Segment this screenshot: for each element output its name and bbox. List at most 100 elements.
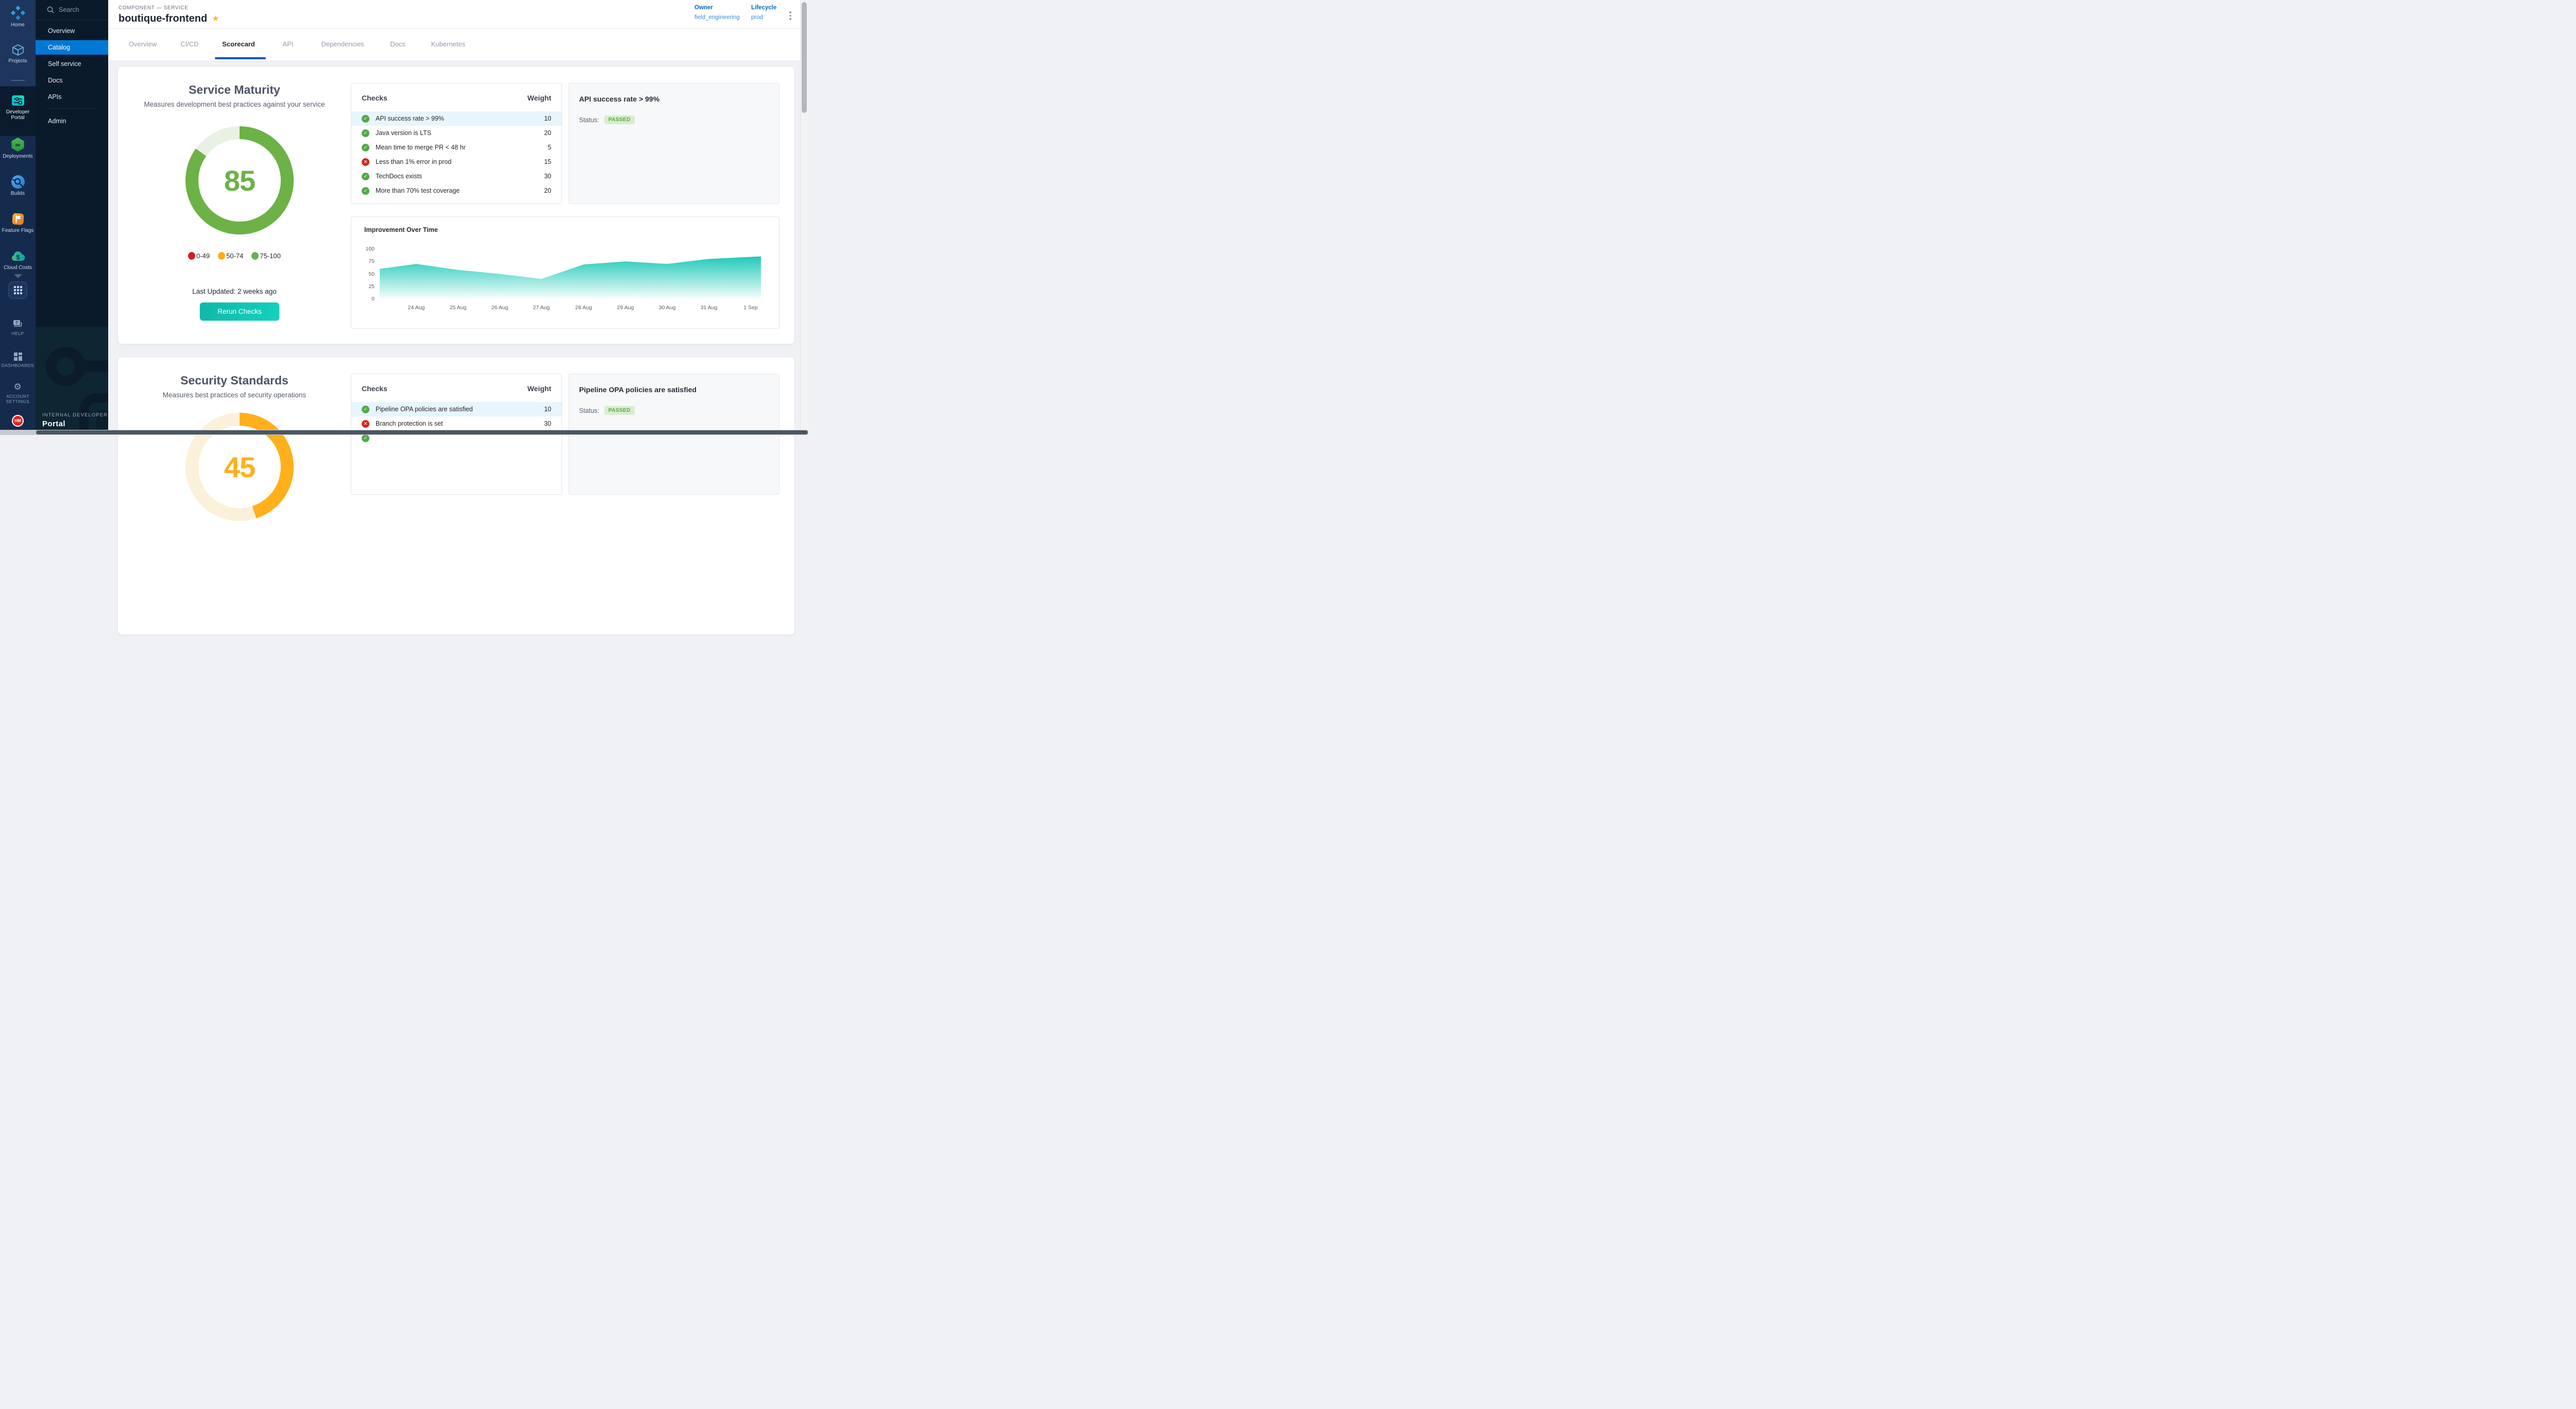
check-detail-panel: API success rate > 99% Status: PASSED: [568, 83, 779, 204]
weight-column-header: Weight: [528, 94, 551, 102]
tab-api[interactable]: API: [283, 40, 294, 48]
dashboards-button[interactable]: DASHBOARDS: [0, 353, 36, 368]
search-input[interactable]: Search: [36, 3, 108, 16]
rail-divider: [11, 80, 25, 81]
rerun-checks-button[interactable]: Rerun Checks: [200, 303, 279, 321]
x-tick-label: 31 Aug: [701, 305, 718, 311]
sidebar-item-feature-flags[interactable]: Feature Flags: [0, 212, 36, 233]
checks-table: Checks Weight API success rate > 99% 10 …: [351, 83, 562, 204]
y-tick-label: 100: [351, 246, 375, 252]
chart-title: Improvement Over Time: [364, 226, 438, 233]
search-icon: [47, 6, 54, 13]
builds-icon: [11, 175, 25, 189]
check-row[interactable]: API success rate > 99% 10: [351, 111, 562, 126]
status-badge: PASSED: [604, 406, 635, 415]
portal-brand: INTERNAL DEVELOPER Portal: [42, 412, 108, 428]
detail-title: Pipeline OPA policies are satisfied: [579, 385, 769, 394]
checks-column-header: Checks: [362, 384, 387, 393]
help-button[interactable]: ? HELP: [0, 320, 36, 336]
scorecard-title: Service Maturity: [118, 83, 351, 97]
legend-dot-green: [251, 252, 259, 260]
owner-label[interactable]: Owner: [694, 5, 740, 11]
weight-column-header: Weight: [528, 384, 551, 393]
account-settings-button[interactable]: ⚙ ACCOUNT SETTINGS: [0, 382, 36, 404]
help-chat-icon: ?: [13, 320, 23, 329]
check-row[interactable]: Java version is LTS 20: [351, 126, 562, 140]
service-maturity-card: Service Maturity Measures development be…: [117, 66, 795, 344]
sidebar-item-developer-portal[interactable]: Developer Portal: [0, 87, 36, 136]
horizontal-scrollbar-thumb[interactable]: [36, 430, 808, 434]
chart-x-axis: 24 Aug25 Aug26 Aug27 Aug28 Aug29 Aug30 A…: [380, 305, 761, 312]
chevron-down-icon[interactable]: [14, 274, 22, 278]
lifecycle-meta: Lifecycle prod: [751, 5, 776, 21]
owner-value[interactable]: field_engineering: [694, 14, 740, 21]
tab-overview[interactable]: Overview: [129, 40, 157, 48]
sidebar-item-deployments[interactable]: ∞ Deployments: [0, 137, 36, 159]
module-picker-button[interactable]: [8, 281, 27, 299]
score-legend: 0-49 50-74 75-100: [118, 252, 351, 260]
deployments-icon: ∞: [10, 137, 25, 152]
tab-scorecard[interactable]: Scorecard: [222, 40, 255, 48]
sidebar-item-self-service[interactable]: Self service: [36, 57, 108, 71]
y-tick-label: 25: [351, 283, 375, 290]
tab-cicd[interactable]: CI/CD: [180, 40, 198, 48]
security-score-gauge: 45: [185, 413, 294, 521]
check-row[interactable]: Pipeline OPA policies are satisfied 10: [351, 402, 562, 416]
projects-icon: [11, 43, 25, 57]
status-badge: PASSED: [604, 115, 635, 124]
x-tick-label: 1 Sep: [743, 305, 757, 311]
tab-docs[interactable]: Docs: [390, 40, 405, 48]
sidebar-item-catalog[interactable]: Catalog: [36, 40, 108, 55]
horizontal-scrollbar[interactable]: [0, 430, 808, 435]
vertical-scrollbar[interactable]: [800, 0, 808, 430]
x-tick-label: 27 Aug: [533, 305, 550, 311]
legend-dot-red: [188, 252, 195, 260]
grid-icon: [14, 286, 22, 294]
main-area: COMPONENT — SERVICE boutique-frontend ★ …: [108, 0, 808, 435]
favorite-star-icon[interactable]: ★: [212, 15, 219, 23]
sidebar-item-apis[interactable]: APIs: [36, 90, 108, 104]
check-row[interactable]: Mean time to merge PR < 48 hr 5: [351, 140, 562, 155]
lifecycle-value[interactable]: prod: [751, 14, 763, 21]
x-tick-label: 24 Aug: [408, 305, 425, 311]
x-tick-label: 30 Aug: [659, 305, 676, 311]
tab-kubernetes[interactable]: Kubernetes: [431, 40, 466, 48]
gear-icon: ⚙: [0, 382, 36, 392]
kebab-menu-icon[interactable]: [787, 9, 793, 22]
avatar[interactable]: HM: [12, 415, 24, 427]
sidebar-item-home[interactable]: Home: [0, 5, 36, 28]
status-label: Status:: [579, 116, 599, 124]
sidebar-item-admin[interactable]: Admin: [36, 114, 108, 128]
sidebar-item-builds[interactable]: Builds: [0, 175, 36, 196]
y-tick-label: 0: [351, 296, 375, 302]
check-row[interactable]: Less than 1% error in prod 15: [351, 155, 562, 169]
check-status-icon: [362, 434, 369, 442]
score-value: 45: [224, 450, 255, 484]
check-row[interactable]: Branch protection is set 30: [351, 416, 562, 431]
check-status-icon: [362, 158, 369, 166]
owner-meta: Owner field_engineering: [694, 5, 740, 21]
developer-portal-icon: [11, 93, 25, 108]
dashboards-icon: [14, 353, 22, 361]
feature-flags-icon: [11, 212, 25, 226]
check-status-icon: [362, 420, 369, 428]
sidebar-item-projects[interactable]: Projects: [0, 43, 36, 64]
x-tick-label: 25 Aug: [450, 305, 467, 311]
check-row[interactable]: More than 70% test coverage 20: [351, 183, 562, 198]
check-row[interactable]: TechDocs exists 30: [351, 169, 562, 183]
lifecycle-label[interactable]: Lifecycle: [751, 5, 776, 11]
sidebar-item-cloud-costs[interactable]: $ Cloud Costs: [0, 249, 36, 271]
x-tick-label: 28 Aug: [575, 305, 592, 311]
legend-dot-amber: [218, 252, 225, 260]
sidebar-item-overview[interactable]: Overview: [36, 24, 108, 38]
x-tick-label: 26 Aug: [492, 305, 509, 311]
sidebar-item-docs[interactable]: Docs: [36, 73, 108, 88]
cloud-costs-icon: $: [10, 249, 26, 263]
active-tab-indicator: [215, 57, 266, 59]
scorecard-content: Service Maturity Measures development be…: [108, 60, 800, 435]
improvement-chart-panel: Improvement Over Time 1007550250 24 Aug2…: [351, 216, 779, 329]
check-status-icon: [362, 187, 369, 195]
portal-sidebar: Search Overview Catalog Self service Doc…: [36, 0, 108, 435]
vertical-scrollbar-thumb[interactable]: [802, 2, 807, 113]
tab-dependencies[interactable]: Dependencies: [321, 40, 364, 48]
